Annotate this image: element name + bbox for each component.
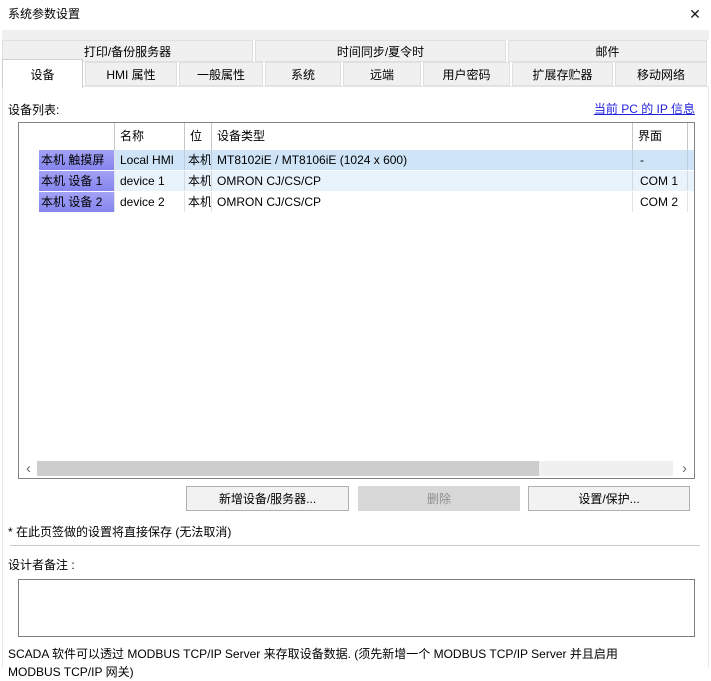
scroll-right-icon[interactable]: ›: [676, 460, 693, 477]
tab-device[interactable]: 设备: [2, 59, 83, 88]
row-header-cell: 本机 设备 1: [19, 171, 115, 191]
cell-interface: COM 2: [633, 192, 688, 212]
cell-filler: [688, 171, 694, 191]
scada-info-line2: MODBUS TCP/IP 网关): [8, 663, 708, 681]
row-label: 本机 触摸屏: [39, 150, 115, 170]
cell-location: 本机: [185, 150, 212, 170]
tab-email[interactable]: 邮件: [508, 40, 707, 62]
window-title: 系统参数设置: [8, 7, 80, 22]
designer-note-input[interactable]: [18, 579, 695, 637]
tab-user-password[interactable]: 用户密码: [423, 62, 510, 86]
cell-device-type: OMRON CJ/CS/CP: [212, 171, 633, 191]
current-pc-ip-link[interactable]: 当前 PC 的 IP 信息: [594, 100, 695, 117]
save-notice-text: * 在此页签做的设置将直接保存 (无法取消): [8, 523, 231, 540]
scrollbar-thumb[interactable]: [37, 461, 539, 476]
delete-button[interactable]: 删除: [358, 486, 520, 511]
device-table-header: 名称 位置 设备类型 界面: [19, 123, 694, 150]
scada-info-text: SCADA 软件可以透过 MODBUS TCP/IP Server 来存取设备数…: [8, 645, 708, 681]
cell-device-type: OMRON CJ/CS/CP: [212, 192, 633, 212]
tab-general-attributes[interactable]: 一般属性: [179, 62, 263, 86]
column-header-name: 名称: [115, 123, 185, 150]
scroll-left-icon[interactable]: ‹: [20, 460, 37, 477]
scrollbar-track[interactable]: [539, 461, 673, 476]
add-device-server-button[interactable]: 新增设备/服务器...: [186, 486, 349, 511]
cell-interface: COM 1: [633, 171, 688, 191]
cell-name: Local HMI: [115, 150, 185, 170]
tabstrip-background: [2, 30, 709, 40]
column-header-device-type: 设备类型: [212, 123, 633, 150]
tab-time-sync-dst[interactable]: 时间同步/夏令时: [255, 40, 506, 62]
column-header-filler: [688, 123, 694, 150]
cell-filler: [688, 192, 694, 212]
row-header-cell: 本机 触摸屏: [19, 150, 115, 170]
horizontal-scrollbar: ‹ ›: [20, 460, 693, 477]
tab-hmi-attributes[interactable]: HMI 属性: [85, 62, 177, 86]
tab-remote[interactable]: 远端: [343, 62, 421, 86]
scada-info-line1: SCADA 软件可以透过 MODBUS TCP/IP Server 来存取设备数…: [8, 645, 708, 663]
cell-name: device 2: [115, 192, 185, 212]
cell-filler: [688, 150, 694, 170]
cell-device-type: MT8102iE / MT8106iE (1024 x 600): [212, 150, 633, 170]
tab-row-1: 打印/备份服务器 时间同步/夏令时 邮件: [2, 40, 709, 62]
column-header-location: 位置: [185, 123, 212, 150]
table-row-device-2[interactable]: 本机 设备 2 device 2 本机 OMRON CJ/CS/CP COM 2: [19, 192, 694, 212]
column-header-interface: 界面: [633, 123, 688, 150]
device-list-label: 设备列表:: [8, 101, 59, 118]
settings-protection-button[interactable]: 设置/保护...: [528, 486, 690, 511]
table-row-local-hmi[interactable]: 本机 触摸屏 Local HMI 本机 MT8102iE / MT8106iE …: [19, 150, 694, 170]
row-header-cell: 本机 设备 2: [19, 192, 115, 212]
table-row-device-1[interactable]: 本机 设备 1 device 1 本机 OMRON CJ/CS/CP COM 1: [19, 171, 694, 191]
cell-location: 本机: [185, 192, 212, 212]
tab-extended-memory[interactable]: 扩展存贮器: [512, 62, 613, 86]
section-divider: [10, 545, 700, 546]
tab-cellular-network[interactable]: 移动网络: [615, 62, 707, 86]
cell-interface: -: [633, 150, 688, 170]
designer-note-label: 设计者备注 :: [8, 556, 75, 573]
tab-row-2: 设备 HMI 属性 一般属性 系统 远端 用户密码 扩展存贮器 移动网络: [2, 62, 709, 86]
row-label: 本机 设备 2: [39, 192, 115, 212]
column-header-rowlabel: [19, 123, 115, 150]
device-list-table: 名称 位置 设备类型 界面 本机 触摸屏 Local HMI 本机 MT8102…: [18, 122, 695, 479]
close-icon[interactable]: ✕: [682, 1, 708, 27]
cell-name: device 1: [115, 171, 185, 191]
tab-system[interactable]: 系统: [265, 62, 341, 86]
cell-location: 本机: [185, 171, 212, 191]
row-label: 本机 设备 1: [39, 171, 115, 191]
